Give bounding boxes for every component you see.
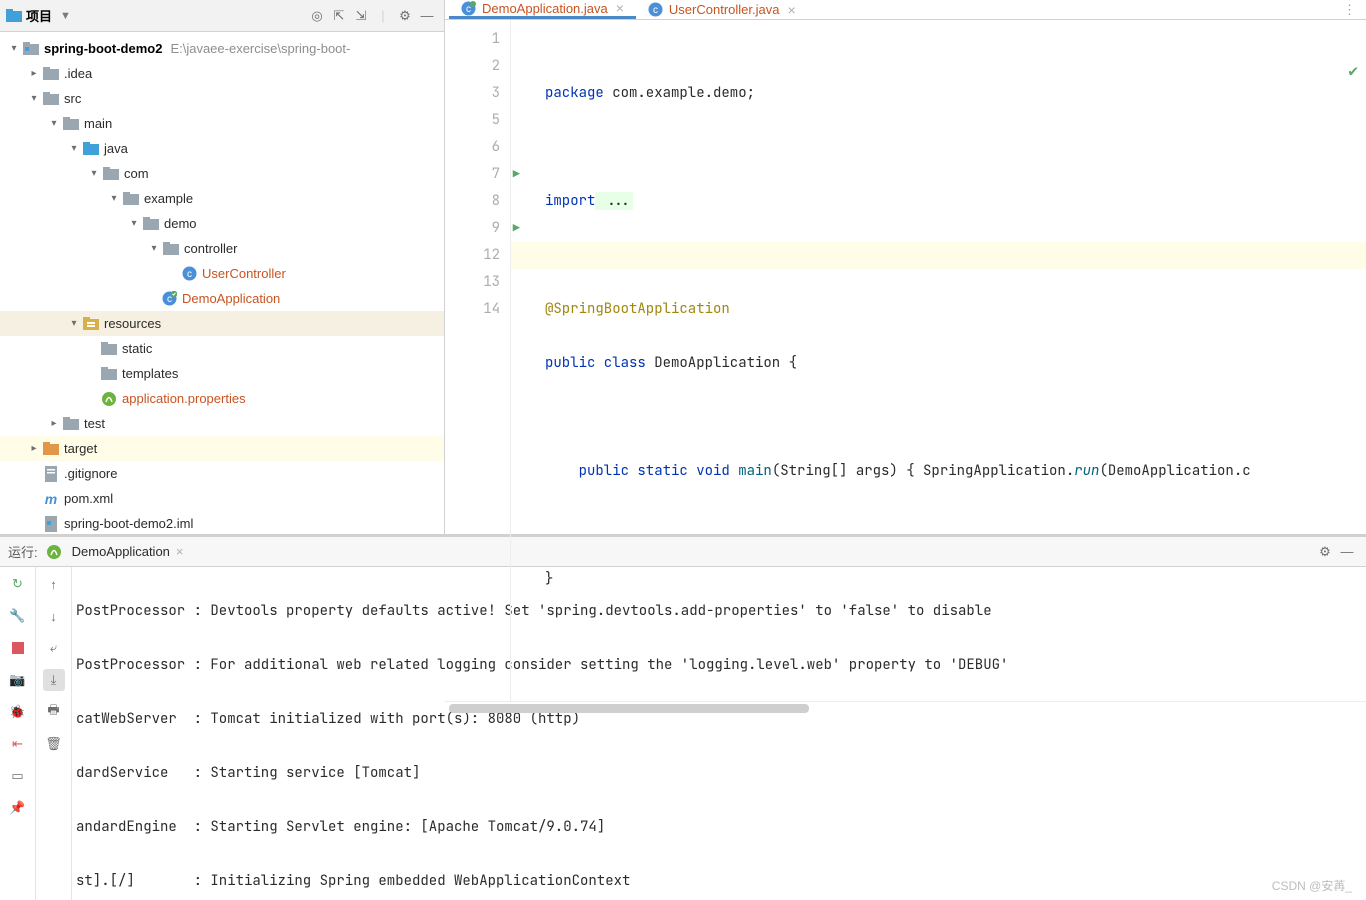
svg-text:c: c bbox=[653, 5, 658, 16]
run-config-name[interactable]: DemoApplication bbox=[72, 544, 170, 559]
debug-restart-icon[interactable]: 🐞 bbox=[7, 701, 29, 723]
layout-icon[interactable]: ▭ bbox=[7, 765, 29, 787]
soft-wrap-icon[interactable]: ⤶ bbox=[43, 637, 65, 659]
tree-demoapp[interactable]: cDemoApplication bbox=[0, 286, 444, 311]
run-toolbar-right: ↑ ↓ ⤶ ⤓ 🖶 🗑 bbox=[36, 567, 72, 900]
print-icon[interactable]: 🖶 bbox=[43, 701, 65, 723]
tree-idea[interactable]: ▸.idea bbox=[0, 61, 444, 86]
tab-demoapplication[interactable]: c DemoApplication.java × bbox=[449, 0, 636, 19]
project-title: 项目 bbox=[26, 6, 52, 25]
java-class-icon: c bbox=[461, 1, 476, 16]
tree-main[interactable]: ▾main bbox=[0, 111, 444, 136]
up-icon[interactable]: ↑ bbox=[43, 573, 65, 595]
gear-icon[interactable]: ⚙ bbox=[394, 5, 416, 27]
tree-resources[interactable]: ▾resources bbox=[0, 311, 444, 336]
tab-usercontroller[interactable]: c UserController.java × bbox=[636, 0, 808, 19]
camera-icon[interactable]: 📷 bbox=[7, 669, 29, 691]
run-toolbar-left: ↻ 🔧 📷 🐞 ⇤ ▭ 📌 bbox=[0, 567, 36, 900]
svg-text:c: c bbox=[167, 294, 172, 305]
exit-icon[interactable]: ⇤ bbox=[7, 733, 29, 755]
horizontal-scrollbar[interactable] bbox=[445, 701, 1366, 702]
tree-pom[interactable]: mpom.xml bbox=[0, 486, 444, 511]
tree-usercontroller[interactable]: cUserController bbox=[0, 261, 444, 286]
close-icon[interactable]: × bbox=[787, 2, 795, 18]
close-icon[interactable]: × bbox=[616, 0, 624, 16]
stop-icon[interactable] bbox=[7, 637, 29, 659]
tab-label: UserController.java bbox=[669, 2, 780, 17]
run-label: 运行: bbox=[8, 542, 38, 561]
tree-java[interactable]: ▾java bbox=[0, 136, 444, 161]
console-line: st].[/] : Initializing Spring embedded W… bbox=[76, 868, 1366, 895]
trash-icon[interactable]: 🗑 bbox=[43, 733, 65, 755]
project-tree[interactable]: ▾spring-boot-demo2E:\javaee-exercise\spr… bbox=[0, 32, 444, 534]
dropdown-icon[interactable]: ▼ bbox=[60, 10, 71, 22]
pin-icon[interactable]: 📌 bbox=[7, 797, 29, 819]
rerun-icon[interactable]: ↻ bbox=[7, 573, 29, 595]
spring-icon bbox=[46, 544, 62, 560]
svg-text:c: c bbox=[466, 4, 471, 15]
tree-target[interactable]: ▸target bbox=[0, 436, 444, 461]
tree-iml[interactable]: spring-boot-demo2.iml bbox=[0, 511, 444, 534]
gutter[interactable]: 1 2 3 5 6 7▶ 8 9▶ 12 13 14 bbox=[445, 20, 511, 701]
java-class-icon: c bbox=[648, 2, 663, 17]
tab-label: DemoApplication.java bbox=[482, 1, 608, 16]
tree-src[interactable]: ▾src bbox=[0, 86, 444, 111]
editor-area: c DemoApplication.java × c UserController… bbox=[445, 0, 1366, 534]
tabs-more-icon[interactable]: ⋮ bbox=[1333, 2, 1366, 18]
tree-com[interactable]: ▾com bbox=[0, 161, 444, 186]
code-content[interactable]: package com.example.demo; import ... @Sp… bbox=[511, 20, 1366, 701]
close-icon[interactable]: × bbox=[176, 544, 184, 559]
tree-root[interactable]: ▾spring-boot-demo2E:\javaee-exercise\spr… bbox=[0, 36, 444, 61]
locate-icon[interactable]: ◎ bbox=[306, 5, 328, 27]
tree-controller[interactable]: ▾controller bbox=[0, 236, 444, 261]
watermark: CSDN @安苒_ bbox=[1272, 877, 1352, 894]
project-header[interactable]: 项目 ▼ ◎ ⇱ ⇲ | ⚙ — bbox=[0, 0, 444, 32]
tree-gitignore[interactable]: .gitignore bbox=[0, 461, 444, 486]
project-tool-window: 项目 ▼ ◎ ⇱ ⇲ | ⚙ — ▾spring-boot-demo2E:\ja… bbox=[0, 0, 445, 534]
console-line: dardService : Starting service [Tomcat] bbox=[76, 760, 1366, 787]
editor-tabs: c DemoApplication.java × c UserController… bbox=[445, 0, 1366, 20]
tree-demo[interactable]: ▾demo bbox=[0, 211, 444, 236]
tree-templates[interactable]: templates bbox=[0, 361, 444, 386]
project-icon bbox=[6, 9, 22, 23]
tree-static[interactable]: static bbox=[0, 336, 444, 361]
expand-all-icon[interactable]: ⇱ bbox=[328, 5, 350, 27]
hide-icon[interactable]: — bbox=[416, 5, 438, 27]
divider-icon: | bbox=[372, 5, 394, 27]
scroll-end-icon[interactable]: ⤓ bbox=[43, 669, 65, 691]
svg-text:c: c bbox=[187, 269, 192, 280]
collapse-all-icon[interactable]: ⇲ bbox=[350, 5, 372, 27]
tree-appprops[interactable]: application.properties bbox=[0, 386, 444, 411]
tree-test[interactable]: ▸test bbox=[0, 411, 444, 436]
wrench-icon[interactable]: 🔧 bbox=[7, 605, 29, 627]
tree-example[interactable]: ▾example bbox=[0, 186, 444, 211]
code-editor[interactable]: ✔ 1 2 3 5 6 7▶ 8 9▶ 12 13 14 package com… bbox=[445, 20, 1366, 701]
down-icon[interactable]: ↓ bbox=[43, 605, 65, 627]
console-line: andardEngine : Starting Servlet engine: … bbox=[76, 814, 1366, 841]
